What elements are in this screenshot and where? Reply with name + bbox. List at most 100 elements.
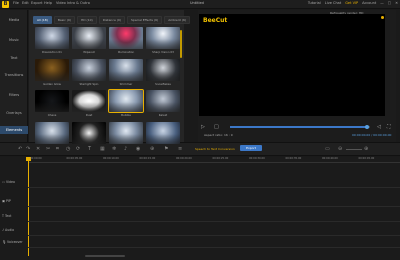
media-tabs: All (18) Basic (9) HD (10) Distance (9) … (33, 16, 191, 24)
nav-transitions[interactable]: Transitions (0, 73, 28, 77)
marker-icon[interactable]: ⚑ (164, 146, 168, 152)
zoom-slider[interactable] (346, 149, 362, 150)
effect-thumbnail[interactable] (35, 122, 69, 144)
fullscreen-icon[interactable]: ⛶ (387, 124, 391, 130)
app-logo-icon: B (2, 1, 9, 8)
volume-icon[interactable]: ◁ (377, 124, 381, 130)
tab-basic[interactable]: Basic (9) (53, 16, 75, 24)
mosaic-icon[interactable]: ▦ (100, 146, 105, 152)
speed-icon[interactable]: ◷ (66, 146, 70, 152)
effect-label: Sharp Vision 03 (152, 50, 174, 54)
effect-thumbnail[interactable] (35, 27, 69, 49)
tts-icon[interactable]: ≡ (178, 146, 182, 152)
timeline-scrollbar[interactable] (85, 255, 125, 257)
redo-icon[interactable]: ↷ (26, 146, 30, 152)
effect-thumbnail[interactable] (109, 59, 143, 81)
crop-icon[interactable]: ⌗ (56, 146, 59, 152)
nav-elements[interactable]: Elements (0, 126, 28, 134)
effect-thumbnail[interactable] (109, 122, 143, 144)
text-icon[interactable]: T (88, 146, 91, 152)
zoom-in-icon[interactable]: ⊕ (364, 146, 368, 152)
effect-label: Wipeout (83, 50, 95, 54)
nav-overlays[interactable]: Overlays (0, 111, 28, 115)
record-icon[interactable]: ◉ (136, 146, 140, 152)
undo-icon[interactable]: ↶ (18, 146, 22, 152)
effect-label: Shimmer (119, 82, 133, 86)
titlebar-right: Tutorial Live Chat Get VIP Account — □ ✕ (308, 1, 398, 5)
thumbnail-image (109, 27, 143, 49)
thumbnail-image (72, 90, 106, 112)
minimize-icon[interactable]: — (380, 1, 384, 5)
account-link[interactable]: Account (362, 1, 376, 5)
aspect-ratio-label[interactable]: Aspect ratio: 16 : 9 (204, 133, 233, 137)
nav-music[interactable]: Music (0, 38, 28, 42)
ruler-tick-label: 00:00:25.00 (212, 157, 229, 160)
audio-icon[interactable]: ♪ (124, 146, 127, 152)
effect-thumbnail[interactable] (35, 90, 69, 112)
nav-filters[interactable]: Filters (0, 93, 28, 97)
ruler-tick-label: 00:00:20.00 (176, 157, 192, 160)
track-lane[interactable] (28, 247, 400, 248)
thumbnail-image (72, 27, 106, 49)
track-lane[interactable] (28, 235, 400, 236)
zoom-icon[interactable]: ⊕ (150, 146, 154, 152)
screen-icon[interactable]: ▭ (325, 146, 330, 152)
nav-text[interactable]: Text (0, 56, 28, 60)
track-lane[interactable] (28, 221, 400, 222)
export-button[interactable]: Export (240, 145, 262, 151)
menu-edit[interactable]: Edit (22, 1, 29, 5)
effect-thumbnail[interactable] (72, 90, 106, 112)
get-vip-button[interactable]: Get VIP (345, 1, 358, 5)
rotate-icon[interactable]: ⟳ (76, 146, 80, 152)
menu-help[interactable]: Help (44, 1, 52, 5)
nav-media[interactable]: Media (0, 18, 28, 22)
tab-all[interactable]: All (18) (33, 16, 52, 24)
zoom-out-icon[interactable]: ⊖ (338, 146, 342, 152)
track-lane[interactable] (28, 206, 400, 207)
freeze-icon[interactable]: ❄ (112, 146, 116, 152)
tab-ambient[interactable]: Ambient (6) (164, 16, 191, 24)
close-icon[interactable]: ✕ (395, 1, 398, 5)
stop-icon[interactable]: □ (214, 124, 219, 130)
split-icon[interactable]: ✂ (46, 146, 50, 152)
effect-thumbnail[interactable] (146, 27, 180, 49)
ruler-tick-label: 00:00:05.00 (66, 157, 83, 160)
menu-file[interactable]: File (13, 1, 19, 5)
effect-thumbnail[interactable] (72, 122, 106, 144)
effect-thumbnail[interactable] (146, 90, 180, 112)
tab-distance[interactable]: Distance (9) (98, 16, 126, 24)
effect-label: Dust (85, 113, 93, 117)
live-chat-link[interactable]: Live Chat (325, 1, 341, 5)
playhead[interactable] (28, 158, 29, 256)
effect-thumbnail[interactable] (109, 27, 143, 49)
maximize-icon[interactable]: □ (388, 1, 391, 5)
effect-label: Golden Glow (43, 82, 61, 86)
thumbnail-image (109, 90, 143, 112)
tutorial-link[interactable]: Tutorial (308, 1, 321, 5)
window-title: Untitled (190, 1, 204, 5)
menu-export[interactable]: Export (31, 1, 42, 5)
effect-thumbnail[interactable] (108, 89, 144, 113)
effect-label: Illumination (117, 50, 135, 54)
ruler-tick-label: 00:00:40.00 (322, 157, 338, 160)
ruler-tick-label: 00:00:10.00 (103, 157, 119, 160)
track-label: T Text (2, 214, 12, 218)
menu-video-intro[interactable]: Video Intro & Outro (56, 1, 90, 5)
thumbnail-image (35, 59, 69, 81)
tab-hd[interactable]: HD (10) (77, 16, 97, 24)
effect-thumbnail[interactable] (146, 59, 180, 81)
effect-label: Chaos (47, 113, 57, 117)
delete-icon[interactable]: ✕ (36, 146, 40, 152)
effect-thumbnail[interactable] (72, 59, 106, 81)
effect-thumbnail[interactable] (72, 27, 106, 49)
seek-knob[interactable] (365, 124, 370, 129)
speech-to-text-link[interactable]: Speech to Text Conversion (195, 147, 235, 151)
media-scrollbar[interactable] (180, 30, 182, 58)
preview-canvas (199, 14, 385, 116)
ruler-tick-label: 00:00:15.00 (139, 157, 156, 160)
tab-special-effects[interactable]: Special Effects (6) (127, 16, 163, 24)
track-lane[interactable] (28, 187, 400, 188)
play-icon[interactable]: ▷ (201, 124, 205, 130)
effect-thumbnail[interactable] (35, 59, 69, 81)
effect-thumbnail[interactable] (146, 122, 180, 144)
